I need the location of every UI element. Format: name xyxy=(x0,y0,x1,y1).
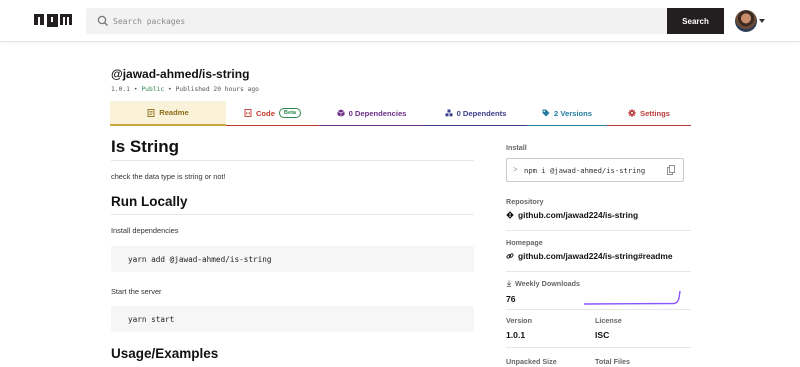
package-tabs: Readme Code Beta 0 Dependencies 0 Depend… xyxy=(110,101,691,127)
homepage-label: Homepage xyxy=(506,238,543,247)
link-icon xyxy=(506,253,514,259)
gear-icon xyxy=(628,109,636,117)
install-command[interactable]: npm i @jawad-ahmed/is-string xyxy=(524,166,645,175)
install-deps-label: Install dependencies xyxy=(111,226,179,235)
readme-description: check the data type is string or not! xyxy=(111,172,226,181)
top-navigation-bar: npm Search xyxy=(0,0,800,42)
tab-label: Settings xyxy=(640,108,670,118)
repository-link[interactable]: github.com/jawad224/is-string xyxy=(506,210,638,220)
weekly-downloads-label: Weekly Downloads xyxy=(515,279,580,288)
divider xyxy=(111,214,474,215)
section-heading-usage: Usage/Examples xyxy=(111,346,219,361)
install-label: Install xyxy=(506,143,527,152)
prompt-icon: > xyxy=(513,165,518,174)
visibility-label: Public xyxy=(141,86,165,93)
box-icon xyxy=(336,109,345,117)
license-value: ISC xyxy=(595,330,610,340)
divider xyxy=(111,160,474,161)
section-heading-run-locally: Run Locally xyxy=(111,194,188,209)
download-icon xyxy=(506,280,512,287)
search-button[interactable]: Search xyxy=(667,8,724,34)
tab-dependencies[interactable]: 0 Dependencies xyxy=(319,101,424,126)
divider xyxy=(506,347,691,348)
published-time: Published 20 hours ago xyxy=(175,86,259,93)
tab-label: 0 Dependents xyxy=(456,108,507,118)
search-input[interactable] xyxy=(112,8,652,34)
repository-label: Repository xyxy=(506,197,544,206)
tab-label: Code xyxy=(255,108,275,118)
tab-label: Readme xyxy=(159,108,189,117)
version-label: Version xyxy=(506,316,532,325)
separator: • xyxy=(133,86,138,93)
divider xyxy=(506,230,691,231)
license-label: License xyxy=(595,316,622,325)
tab-label: 0 Dependencies xyxy=(348,108,407,118)
total-files-label: Total Files xyxy=(595,357,631,366)
repository-url[interactable]: github.com/jawad224/is-string xyxy=(518,210,638,220)
code-block: yarn start xyxy=(111,306,474,332)
divider xyxy=(506,309,691,310)
weekly-downloads-count: 76 xyxy=(506,294,516,304)
tag-icon xyxy=(542,109,550,117)
homepage-url[interactable]: github.com/jawad224/is-string#readme xyxy=(518,251,673,261)
tab-code[interactable]: Code Beta xyxy=(226,101,319,126)
version-value: 1.0.1 xyxy=(506,330,526,340)
unpacked-size-label: Unpacked Size xyxy=(506,357,557,366)
tab-versions[interactable]: 2 Versions xyxy=(527,101,607,126)
copy-icon[interactable] xyxy=(667,165,675,175)
homepage-link[interactable]: github.com/jawad224/is-string#readme xyxy=(506,251,673,261)
tab-label: 2 Versions xyxy=(554,108,592,118)
avatar[interactable] xyxy=(735,10,757,32)
code-block: yarn add @jawad-ahmed/is-string xyxy=(111,246,474,272)
code-icon xyxy=(244,109,252,117)
readme-title: Is String xyxy=(111,137,180,156)
install-command-box[interactable]: > npm i @jawad-ahmed/is-string xyxy=(506,158,684,182)
tab-readme[interactable]: Readme xyxy=(110,101,226,126)
git-icon xyxy=(506,211,514,219)
package-version: 1.0.1 xyxy=(111,86,130,93)
downloads-sparkline xyxy=(584,290,681,305)
start-server-label: Start the server xyxy=(111,287,162,296)
tab-dependents[interactable]: 0 Dependents xyxy=(424,101,527,126)
search-icon xyxy=(97,15,108,26)
weekly-downloads-header: Weekly Downloads xyxy=(506,279,580,288)
divider xyxy=(506,271,691,272)
tab-settings[interactable]: Settings xyxy=(607,101,691,126)
npm-logo[interactable] xyxy=(34,14,72,27)
separator: • xyxy=(167,86,172,93)
chevron-down-icon[interactable] xyxy=(759,19,765,23)
package-name: @jawad-ahmed/is-string xyxy=(111,67,250,81)
package-meta: 1.0.1 • Public • Published 20 hours ago xyxy=(111,86,259,93)
beta-badge: Beta xyxy=(278,108,302,118)
cubes-icon xyxy=(445,109,453,117)
readme-icon xyxy=(147,108,155,117)
search-bar xyxy=(86,8,668,34)
